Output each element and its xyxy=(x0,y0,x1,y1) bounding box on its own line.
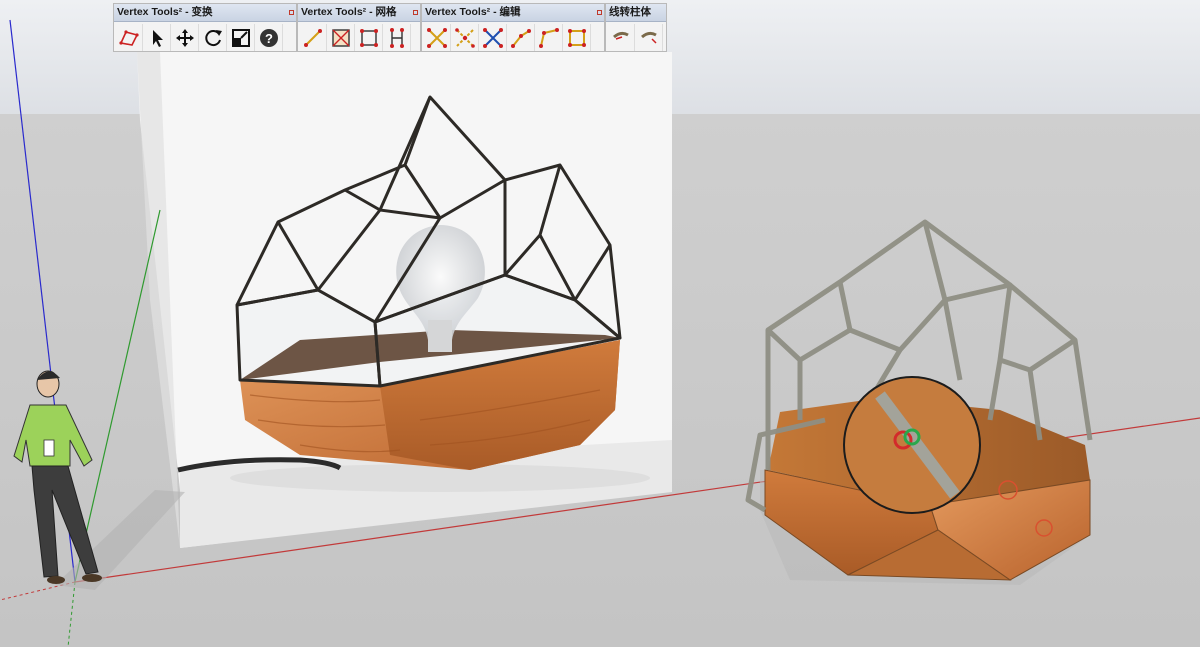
select-region-button[interactable] xyxy=(116,24,143,51)
triangulate-button[interactable] xyxy=(564,24,591,51)
weld-vertices-button[interactable] xyxy=(452,24,479,51)
pipe-end-icon xyxy=(641,31,657,44)
line-vertex-icon xyxy=(304,28,322,47)
line-vertex-button[interactable] xyxy=(300,24,327,51)
split-vertices-button[interactable] xyxy=(480,24,507,51)
toolbar-title[interactable]: 线转柱体 xyxy=(606,4,666,22)
move-button[interactable] xyxy=(172,24,199,51)
help-button[interactable]: ? xyxy=(256,24,283,51)
select-arrow-icon xyxy=(153,29,163,47)
merge-vertices-icon xyxy=(427,27,447,48)
toolbar-edit: Vertex Tools² - 编辑 xyxy=(421,3,605,52)
toolbar-title[interactable]: Vertex Tools² - 编辑 xyxy=(422,4,604,22)
toolbar-mesh: Vertex Tools² - 网格 xyxy=(297,3,421,52)
toolbar-transform: Vertex Tools² - 变换 ? xyxy=(113,3,297,52)
viewport-3d[interactable] xyxy=(0,0,1200,647)
weld-vertices-icon xyxy=(455,27,475,48)
select-arrow-button[interactable] xyxy=(144,24,171,51)
draw-edge-button[interactable] xyxy=(508,24,535,51)
line-to-pipe-icon xyxy=(613,31,629,40)
toolbar-title[interactable]: Vertex Tools² - 网格 xyxy=(298,4,420,22)
connect-edge-icon xyxy=(539,27,559,48)
rotate-button[interactable] xyxy=(200,24,227,51)
rotate-icon xyxy=(205,29,222,46)
mesh-grid-button[interactable] xyxy=(356,24,383,51)
quad-grid-button[interactable] xyxy=(328,24,355,51)
select-region-icon xyxy=(119,29,139,46)
pipe-end-button[interactable] xyxy=(636,24,663,51)
vertical-grid-icon xyxy=(390,27,404,48)
quad-grid-icon xyxy=(332,28,350,47)
toolbar-line-to-pipe: 线转柱体 xyxy=(605,3,667,52)
close-icon[interactable] xyxy=(413,10,418,15)
line-to-pipe-button[interactable] xyxy=(608,24,635,51)
merge-vertices-button[interactable] xyxy=(424,24,451,51)
close-icon[interactable] xyxy=(597,10,602,15)
toolbar-title[interactable]: Vertex Tools² - 变换 xyxy=(114,4,296,22)
move-icon xyxy=(176,28,194,47)
draw-edge-icon xyxy=(511,28,531,48)
scale-button[interactable] xyxy=(228,24,255,51)
connect-edge-button[interactable] xyxy=(536,24,563,51)
svg-text:?: ? xyxy=(265,31,273,46)
split-vertices-icon xyxy=(483,27,503,48)
3d-scene[interactable] xyxy=(0,0,1200,647)
scale-icon xyxy=(232,28,250,47)
help-icon: ? xyxy=(260,28,278,47)
vertical-grid-button[interactable] xyxy=(384,24,411,51)
close-icon[interactable] xyxy=(289,10,294,15)
triangulate-icon xyxy=(568,28,586,47)
mesh-grid-icon xyxy=(360,28,378,47)
